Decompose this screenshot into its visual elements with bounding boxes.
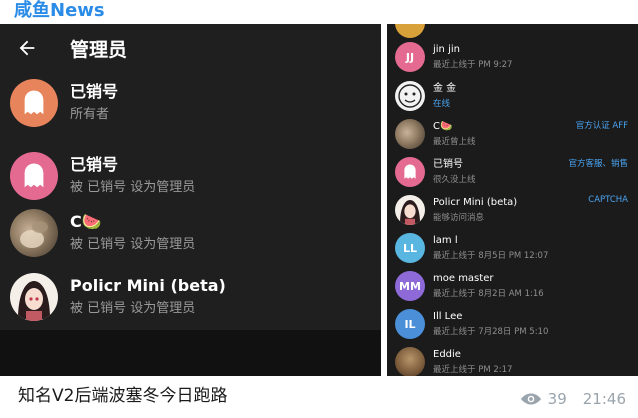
page-title: 管理员 bbox=[70, 38, 128, 61]
ghost-avatar bbox=[395, 157, 425, 187]
drawing-avatar bbox=[395, 81, 425, 111]
avatar bbox=[395, 24, 425, 38]
anime-avatar-image bbox=[400, 200, 420, 225]
member-name: 已销号 bbox=[433, 159, 463, 170]
post-caption: 知名V2后端波塞冬今日跑路 bbox=[18, 386, 228, 406]
member-name: Eddie bbox=[433, 349, 461, 360]
admin-row[interactable]: 已销号 所有者 bbox=[0, 72, 381, 134]
member-row[interactable]: 金 金 在线 bbox=[387, 77, 638, 115]
ghost-avatar bbox=[10, 152, 58, 200]
photo-avatar bbox=[10, 209, 58, 257]
ghost-icon bbox=[24, 90, 44, 115]
admin-role: 被 已销号 设为管理员 bbox=[70, 180, 196, 195]
admin-row[interactable]: 已销号 被 已销号 设为管理员 bbox=[0, 145, 381, 207]
photo-avatar-image bbox=[20, 221, 48, 248]
admin-row[interactable]: Policr Mini (beta) 被 已销号 设为管理员 bbox=[0, 266, 381, 328]
post-time: 21:46 bbox=[582, 390, 626, 408]
photo-avatar bbox=[395, 347, 425, 376]
member-name: Policr Mini (beta) bbox=[433, 197, 518, 208]
admin-screenshot: 管理员 已销号 所有者 已销号 被 已销号 设为管理员 C🍉 被 已销号 设为管… bbox=[0, 24, 381, 376]
member-row[interactable]: JJ jin jin 最近上线于 PM 9:27 bbox=[387, 38, 638, 76]
member-tag: CAPTCHA bbox=[588, 195, 628, 205]
drawing-avatar-image bbox=[398, 84, 422, 108]
ghost-avatar bbox=[10, 79, 58, 127]
anime-avatar bbox=[395, 195, 425, 225]
member-status: 最近上线于 PM 2:17 bbox=[433, 365, 513, 375]
member-status: 最近上线于 PM 9:27 bbox=[433, 60, 513, 70]
admin-name: Policr Mini (beta) bbox=[70, 276, 226, 295]
initials-avatar: JJ bbox=[395, 42, 425, 72]
admin-name: 已销号 bbox=[70, 155, 119, 174]
member-status: 最近上线于 8月2日 AM 1:16 bbox=[433, 289, 544, 299]
post-meta: 39 21:46 bbox=[520, 390, 626, 408]
view-count: 39 bbox=[547, 390, 567, 408]
member-status: 最近上线于 8月5日 PM 12:07 bbox=[433, 251, 549, 261]
initials-avatar: IL bbox=[395, 309, 425, 339]
admin-role: 被 已销号 设为管理员 bbox=[70, 301, 196, 316]
member-name: Ill Lee bbox=[433, 311, 463, 322]
photo-avatar bbox=[395, 119, 425, 149]
member-row[interactable]: 已销号 很久没上线 官方客服、销售 bbox=[387, 153, 638, 191]
member-row[interactable]: Eddie 最近上线于 PM 2:17 bbox=[387, 343, 638, 376]
anime-avatar bbox=[10, 273, 58, 321]
arrow-left-icon[interactable] bbox=[16, 37, 38, 59]
admin-role: 被 已销号 设为管理员 bbox=[70, 237, 196, 252]
member-name: moe master bbox=[433, 273, 494, 284]
member-status: 在线 bbox=[433, 99, 451, 109]
member-status: 最近上线于 7月28日 PM 5:10 bbox=[433, 327, 549, 337]
admin-name: C🍉 bbox=[70, 212, 102, 231]
member-row[interactable]: Policr Mini (beta) 能够访问消息 CAPTCHA bbox=[387, 191, 638, 229]
admin-row[interactable]: C🍉 被 已销号 设为管理员 bbox=[0, 202, 381, 264]
initials-avatar: MM bbox=[395, 271, 425, 301]
list-footer bbox=[0, 330, 381, 376]
channel-title[interactable]: 咸鱼News bbox=[14, 0, 105, 24]
admin-name: 已销号 bbox=[70, 82, 119, 101]
eye-icon bbox=[520, 393, 541, 405]
member-tag: 官方认证 AFF bbox=[575, 121, 628, 131]
member-row[interactable]: LL lam l 最近上线于 8月5日 PM 12:07 bbox=[387, 229, 638, 267]
member-row[interactable]: MM moe master 最近上线于 8月2日 AM 1:16 bbox=[387, 267, 638, 305]
member-row[interactable]: IL Ill Lee 最近上线于 7月28日 PM 5:10 bbox=[387, 305, 638, 343]
ghost-icon bbox=[404, 164, 416, 179]
member-name: 金 金 bbox=[433, 83, 457, 94]
top-bar: 管理员 bbox=[0, 24, 381, 72]
initials-avatar: LL bbox=[395, 233, 425, 263]
anime-avatar-image bbox=[18, 281, 50, 321]
member-status: 最近曾上线 bbox=[433, 137, 476, 147]
admin-role: 所有者 bbox=[70, 107, 110, 122]
member-name: lam l bbox=[433, 235, 458, 246]
members-screenshot: JJ jin jin 最近上线于 PM 9:27 金 金 在线 C🍉 最近曾上线… bbox=[387, 24, 638, 376]
member-name: C🍉 bbox=[433, 121, 453, 132]
member-tag: 官方客服、销售 bbox=[568, 159, 628, 169]
member-status: 能够访问消息 bbox=[433, 213, 485, 223]
member-name: jin jin bbox=[433, 44, 460, 55]
member-status: 很久没上线 bbox=[433, 175, 476, 185]
ghost-icon bbox=[24, 163, 44, 188]
member-row[interactable]: C🍉 最近曾上线 官方认证 AFF bbox=[387, 115, 638, 153]
